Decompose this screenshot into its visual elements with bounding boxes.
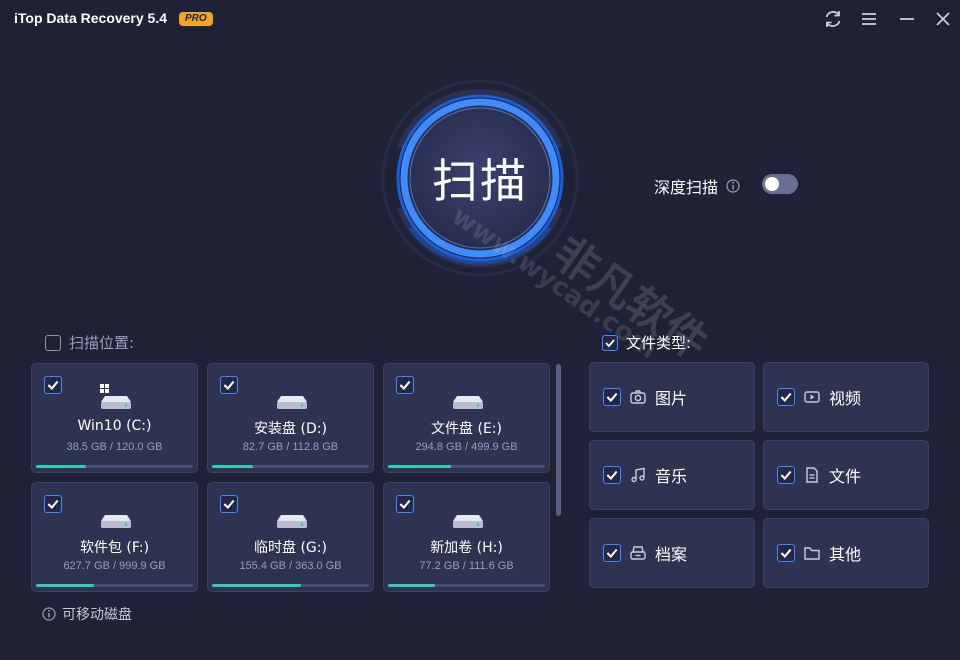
- file-type-card[interactable]: 视频: [763, 362, 929, 432]
- drive-usage-fill: [36, 584, 95, 587]
- drive-usage-bar: [36, 584, 193, 587]
- video-icon: [804, 391, 820, 403]
- deep-scan-toggle[interactable]: [762, 174, 798, 194]
- drive-usage-bar: [36, 465, 193, 468]
- info-icon[interactable]: [726, 179, 740, 193]
- drive-usage-fill: [36, 465, 87, 468]
- hard-drive-icon: [277, 396, 307, 409]
- hard-drive-icon: [453, 515, 483, 528]
- drive-card[interactable]: 文件盘 (E:) 294.8 GB / 499.9 GB: [383, 363, 550, 473]
- drive-card[interactable]: 软件包 (F:) 627.7 GB / 999.9 GB: [31, 482, 198, 592]
- removable-disk-label: 可移动磁盘: [62, 607, 132, 623]
- drive-name: Win10 (C:): [77, 418, 152, 434]
- hard-drive-icon: [453, 396, 483, 409]
- removable-disk-link[interactable]: 可移动磁盘: [42, 604, 132, 624]
- scan-location-header: 扫描位置:: [45, 332, 134, 353]
- file-type-card[interactable]: 音乐: [589, 440, 755, 510]
- file-type-label: 文件类型:: [626, 334, 692, 352]
- deep-scan-label: 深度扫描: [654, 178, 719, 197]
- file-type-checkbox[interactable]: [777, 388, 795, 406]
- drive-card[interactable]: 安装盘 (D:) 82.7 GB / 112.8 GB: [207, 363, 374, 473]
- drive-size: 77.2 GB / 111.6 GB: [419, 560, 514, 572]
- file-type-header: 文件类型:: [602, 332, 691, 353]
- file-type-label: 图片: [655, 389, 688, 408]
- drive-checkbox[interactable]: [220, 376, 238, 394]
- drive-size: 627.7 GB / 999.9 GB: [63, 560, 166, 572]
- drive-card[interactable]: 新加卷 (H:) 77.2 GB / 111.6 GB: [383, 482, 550, 592]
- file-type-label: 其他: [829, 545, 862, 564]
- drive-checkbox[interactable]: [220, 495, 238, 513]
- drive-size: 294.8 GB / 499.9 GB: [415, 441, 518, 453]
- document-icon: [806, 467, 818, 483]
- drive-usage-bar: [388, 465, 545, 468]
- drive-usage-fill: [388, 584, 436, 587]
- scan-button-container: 扫描: [380, 78, 580, 278]
- drive-card[interactable]: Win10 (C:) 38.5 GB / 120.0 GB: [31, 363, 198, 473]
- drive-checkbox[interactable]: [44, 376, 62, 394]
- drive-checkbox[interactable]: [396, 376, 414, 394]
- hard-drive-icon: [101, 515, 131, 528]
- info-icon: [42, 607, 56, 621]
- pro-badge: PRO: [179, 12, 213, 26]
- file-type-card[interactable]: 其他: [763, 518, 929, 588]
- drive-size: 38.5 GB / 120.0 GB: [66, 441, 163, 453]
- camera-icon: [630, 390, 646, 404]
- drive-size: 155.4 GB / 363.0 GB: [239, 560, 342, 572]
- drive-usage-fill: [212, 465, 253, 468]
- app-title: iTop Data Recovery 5.4: [14, 10, 168, 26]
- refresh-icon: [825, 11, 841, 27]
- drive-checkbox[interactable]: [396, 495, 414, 513]
- minimize-button[interactable]: [896, 8, 918, 30]
- folder-icon: [804, 547, 820, 560]
- drive-card[interactable]: 临时盘 (G:) 155.4 GB / 363.0 GB: [207, 482, 374, 592]
- refresh-button[interactable]: [822, 8, 844, 30]
- close-icon: [936, 12, 950, 26]
- drive-name: 新加卷 (H:): [430, 540, 503, 556]
- drive-usage-fill: [212, 584, 302, 587]
- file-type-checkbox[interactable]: [603, 388, 621, 406]
- file-type-checkbox[interactable]: [777, 544, 795, 562]
- scroll-thumb[interactable]: [556, 364, 561, 516]
- drive-name: 软件包 (F:): [79, 540, 150, 556]
- hard-drive-icon: [277, 515, 307, 528]
- select-all-locations-checkbox[interactable]: [45, 334, 61, 351]
- file-type-card[interactable]: 文件: [763, 440, 929, 510]
- menu-icon: [862, 13, 876, 25]
- drive-size: 82.7 GB / 112.8 GB: [242, 441, 339, 453]
- minimize-icon: [900, 18, 914, 20]
- music-icon: [631, 467, 645, 483]
- archive-icon: [630, 546, 646, 560]
- drive-name: 安装盘 (D:): [254, 421, 327, 437]
- drive-name: 临时盘 (G:): [254, 540, 327, 556]
- scan-location-label: 扫描位置:: [69, 334, 135, 352]
- file-type-checkbox[interactable]: [603, 544, 621, 562]
- file-type-label: 音乐: [655, 467, 688, 486]
- file-type-label: 视频: [829, 389, 862, 408]
- drive-scrollbar[interactable]: [556, 364, 561, 592]
- close-button[interactable]: [932, 8, 954, 30]
- title-bar: iTop Data Recovery 5.4 PRO: [0, 0, 960, 38]
- drive-usage-bar: [212, 465, 369, 468]
- deep-scan-row: 深度扫描: [654, 174, 740, 198]
- file-type-label: 档案: [655, 545, 688, 564]
- scan-label: 扫描: [432, 154, 528, 208]
- file-type-card[interactable]: 档案: [589, 518, 755, 588]
- drive-usage-fill: [388, 465, 451, 468]
- file-type-checkbox[interactable]: [777, 466, 795, 484]
- file-type-label: 文件: [829, 467, 862, 486]
- hard-drive-icon: [100, 384, 131, 409]
- file-type-checkbox[interactable]: [603, 466, 621, 484]
- file-type-card[interactable]: 图片: [589, 362, 755, 432]
- menu-button[interactable]: [858, 8, 880, 30]
- select-all-types-checkbox[interactable]: [602, 334, 618, 351]
- drive-name: 文件盘 (E:): [431, 421, 502, 437]
- scan-button[interactable]: 扫描: [404, 102, 556, 254]
- drive-usage-bar: [388, 584, 545, 587]
- drive-checkbox[interactable]: [44, 495, 62, 513]
- drive-usage-bar: [212, 584, 369, 587]
- toggle-knob: [765, 177, 779, 191]
